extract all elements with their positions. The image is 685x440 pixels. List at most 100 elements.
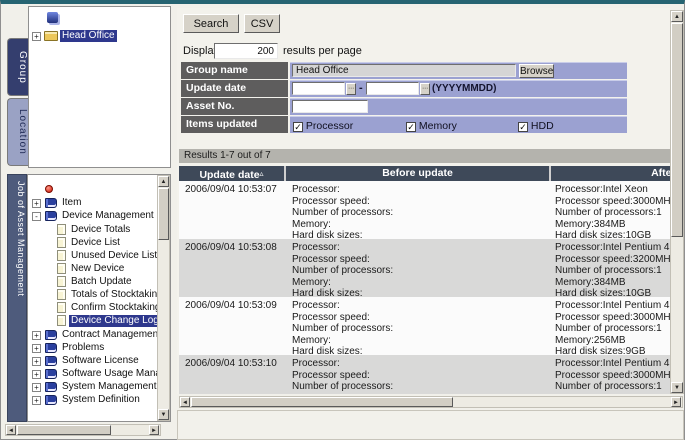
page-icon: [57, 237, 66, 248]
scroll-left-icon[interactable]: ◄: [180, 397, 190, 407]
expand-icon[interactable]: +: [32, 32, 41, 41]
checkbox-memory[interactable]: ✓: [406, 122, 416, 132]
scroll-up-icon[interactable]: ▲: [671, 11, 683, 22]
expand-icon[interactable]: +: [32, 331, 41, 340]
checkbox-hdd-label: HDD: [531, 120, 554, 132]
cell-update-date: 2006/09/04 10:53:09: [179, 297, 286, 355]
expand-icon[interactable]: +: [32, 396, 41, 405]
book-icon: [45, 198, 57, 208]
tree-item[interactable]: Device List: [69, 237, 122, 249]
cell-after-update: Processor:Intel Pentium 4Processor speed…: [551, 239, 671, 297]
cell-after-update: Processor:Intel Pentium 4Processor speed…: [551, 355, 671, 394]
column-header-update-date[interactable]: Update date▵: [179, 166, 286, 181]
checkbox-memory-label: Memory: [419, 120, 457, 132]
display-suffix: results per page: [283, 45, 362, 57]
main-vscroll-thumb[interactable]: [671, 23, 683, 237]
scroll-down-icon[interactable]: ▼: [158, 409, 169, 420]
table-row[interactable]: 2006/09/04 10:53:09 Processor:Processor …: [179, 297, 671, 355]
page-icon: [57, 315, 66, 326]
book-icon: [45, 395, 57, 405]
checkbox-processor[interactable]: ✓: [293, 122, 303, 132]
update-date-label: Update date: [181, 80, 288, 97]
page-icon: [57, 289, 66, 300]
cell-before-update: Processor:Processor speed: Number of pro…: [286, 181, 551, 239]
date-picker-to-icon[interactable]: ⋯: [420, 83, 430, 95]
expand-icon[interactable]: +: [32, 199, 41, 208]
cell-before-update: Processor:Processor speed: Number of pro…: [286, 239, 551, 297]
tree-item[interactable]: Contract Management: [60, 329, 163, 341]
update-date-row: ⋯ - ⋯ (YYYYMMDD): [290, 80, 627, 97]
column-header-before-update[interactable]: Before update: [286, 166, 551, 181]
main-hscroll-thumb[interactable]: [191, 397, 453, 407]
scroll-right-icon[interactable]: ►: [149, 425, 159, 435]
expand-icon[interactable]: +: [32, 370, 41, 379]
search-button[interactable]: Search: [183, 14, 239, 33]
tree-item[interactable]: Device Totals: [69, 224, 132, 236]
column-header-after-update[interactable]: After update: [551, 166, 671, 181]
tree-item[interactable]: Batch Update: [69, 276, 134, 288]
browse-button[interactable]: Browse: [519, 64, 554, 78]
items-updated-label: Items updated: [181, 116, 288, 133]
book-icon: [45, 211, 57, 221]
csv-button[interactable]: CSV: [244, 14, 280, 33]
results-per-page-input[interactable]: [214, 43, 278, 59]
results-summary: Results 1-7 out of 7: [179, 149, 670, 163]
cell-after-update: Processor:Intel Pentium 4Processor speed…: [551, 297, 671, 355]
scroll-left-icon[interactable]: ◄: [6, 425, 16, 435]
table-row[interactable]: 2006/09/04 10:53:07 Processor:Processor …: [179, 181, 671, 239]
date-picker-from-icon[interactable]: ⋯: [346, 83, 356, 95]
job-tree-hscroll-thumb[interactable]: [17, 425, 111, 435]
collapse-icon[interactable]: -: [32, 212, 41, 221]
main-content-panel: Search CSV Display results per page Grou…: [177, 8, 670, 394]
expand-icon[interactable]: +: [32, 383, 41, 392]
page-icon: [57, 302, 66, 313]
job-tree-vscroll-thumb[interactable]: [158, 188, 169, 240]
cell-after-update: Processor:Intel XeonProcessor speed:3000…: [551, 181, 671, 239]
update-date-to-input[interactable]: [366, 82, 419, 95]
page-icon: [57, 276, 66, 287]
tree-item[interactable]: Unused Device List: [69, 250, 159, 262]
tree-item[interactable]: Software License: [60, 355, 141, 367]
tree-item[interactable]: Confirm Stocktaking Device: [69, 302, 171, 314]
tree-item[interactable]: System Definition: [60, 394, 142, 406]
sort-ascending-icon[interactable]: ▵: [260, 169, 264, 178]
tree-item[interactable]: Totals of Stocktaking-Unexe: [69, 289, 171, 301]
organization-root-icon: [47, 12, 58, 23]
table-row[interactable]: 2006/09/04 10:53:10 Processor:Processor …: [179, 355, 671, 394]
tree-item[interactable]: New Device: [69, 263, 126, 275]
page-icon: [57, 250, 66, 261]
tree-item[interactable]: Device Management: [60, 210, 156, 222]
page-icon: [57, 263, 66, 274]
book-icon: [45, 330, 57, 340]
job-tab-strip[interactable]: Job of Asset Management: [7, 174, 27, 422]
scroll-down-icon[interactable]: ▼: [671, 382, 683, 393]
expand-icon[interactable]: +: [32, 357, 41, 366]
tree-item[interactable]: System Management: [60, 381, 159, 393]
group-tree-node-head-office[interactable]: Head Office: [60, 30, 117, 42]
bottom-status-area: [177, 410, 684, 440]
scroll-up-icon[interactable]: ▲: [158, 176, 169, 187]
tree-item[interactable]: Item: [60, 197, 83, 209]
update-date-from-input[interactable]: [292, 82, 345, 95]
tree-item-selected[interactable]: Device Change Log: [69, 315, 161, 327]
folder-icon: [44, 31, 58, 41]
tree-item[interactable]: Problems: [60, 342, 106, 354]
tree-item[interactable]: Software Usage Management: [60, 368, 171, 380]
tab-group[interactable]: Group: [7, 38, 28, 96]
results-grid-header: Update date▵ Before update After update: [179, 166, 671, 181]
cell-update-date: 2006/09/04 10:53:10: [179, 355, 286, 394]
expand-icon[interactable]: +: [32, 344, 41, 353]
group-tree-panel: + Head Office: [28, 6, 171, 168]
checkbox-hdd[interactable]: ✓: [518, 122, 528, 132]
group-name-input[interactable]: [292, 64, 516, 77]
cell-before-update: Processor:Processor speed: Number of pro…: [286, 297, 551, 355]
asset-no-input[interactable]: [292, 100, 368, 113]
group-name-label: Group name: [181, 62, 288, 79]
group-name-row: Browse: [290, 62, 627, 79]
tab-location[interactable]: Location: [7, 98, 28, 166]
table-row[interactable]: 2006/09/04 10:53:08 Processor:Processor …: [179, 239, 671, 297]
page-icon: [57, 224, 66, 235]
asset-no-row: [290, 98, 627, 115]
scroll-right-icon[interactable]: ►: [671, 397, 681, 407]
date-range-separator: -: [359, 82, 363, 94]
